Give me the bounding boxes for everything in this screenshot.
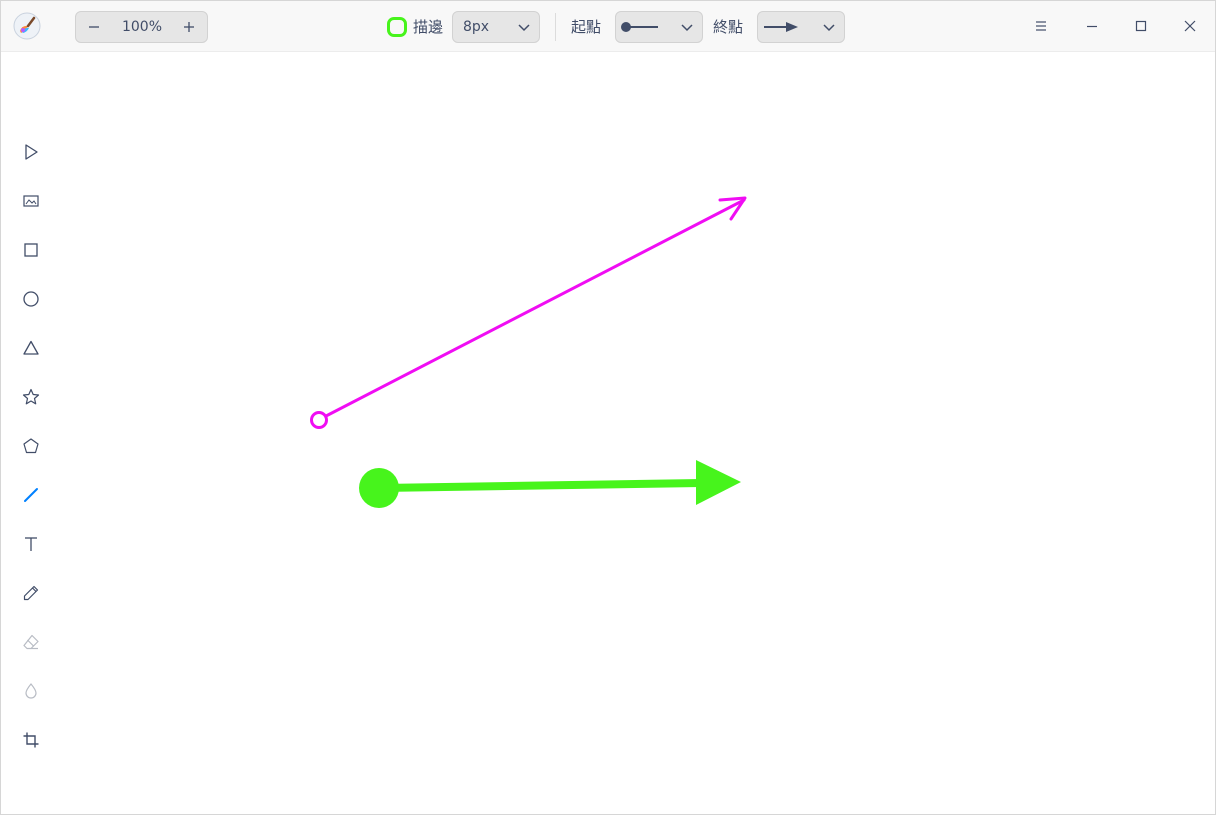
crop-icon xyxy=(23,732,39,748)
tool-blur[interactable] xyxy=(15,675,47,707)
stroke-width-select[interactable]: 8px xyxy=(452,11,540,43)
tool-rectangle[interactable] xyxy=(15,234,47,266)
titlebar: 100% 描邊 8px 起點 終點 xyxy=(1,1,1215,52)
zoom-in-button[interactable] xyxy=(171,12,207,42)
star-icon xyxy=(22,388,40,405)
tool-pencil[interactable] xyxy=(15,577,47,609)
drawing-canvas[interactable] xyxy=(1,52,1215,814)
tool-select[interactable] xyxy=(15,136,47,168)
start-point-label: 起點 xyxy=(571,18,602,36)
start-point-select[interactable] xyxy=(615,11,703,43)
text-icon xyxy=(25,537,37,551)
line-start-circle-icon xyxy=(621,22,658,32)
end-point-label: 終點 xyxy=(713,18,744,36)
tool-text[interactable] xyxy=(15,528,47,560)
triangle-icon xyxy=(23,340,39,355)
app-logo-icon xyxy=(13,12,41,40)
toolbar-separator xyxy=(555,13,556,41)
chevron-down-icon xyxy=(681,24,693,32)
minimize-icon xyxy=(1087,25,1097,28)
minus-icon xyxy=(89,26,99,28)
canvas-svg xyxy=(310,196,747,508)
tool-ellipse[interactable] xyxy=(15,283,47,315)
zoom-value[interactable]: 100% xyxy=(112,12,172,42)
stroke-width-value: 8px xyxy=(463,19,490,35)
line-icon xyxy=(24,488,38,502)
zoom-control: 100% xyxy=(75,11,208,43)
tool-star[interactable] xyxy=(15,381,47,413)
green-arrow-line[interactable] xyxy=(359,460,741,508)
tool-triangle[interactable] xyxy=(15,332,47,364)
draw-app-window: 100% 描邊 8px 起點 終點 xyxy=(0,0,1216,815)
maximize-icon xyxy=(1135,20,1147,32)
select-arrow-icon xyxy=(25,144,38,160)
line-end-arrow-icon xyxy=(764,22,798,32)
tool-image[interactable] xyxy=(15,185,47,217)
polygon-icon xyxy=(23,438,39,454)
close-icon xyxy=(1184,20,1196,32)
tool-sidebar xyxy=(1,52,61,812)
end-point-select[interactable] xyxy=(757,11,845,43)
tool-line[interactable] xyxy=(15,479,47,511)
main-menu-button[interactable] xyxy=(1025,10,1057,42)
menu-icon xyxy=(1036,21,1046,31)
chevron-down-icon xyxy=(823,24,835,32)
rectangle-icon xyxy=(24,243,38,257)
blur-drop-icon xyxy=(25,683,37,699)
tool-eraser[interactable] xyxy=(15,626,47,658)
maximize-button[interactable] xyxy=(1125,10,1157,42)
ellipse-icon xyxy=(23,291,39,307)
plus-icon xyxy=(184,22,194,32)
zoom-out-button[interactable] xyxy=(76,12,112,42)
minimize-button[interactable] xyxy=(1076,10,1108,42)
tool-crop[interactable] xyxy=(15,724,47,756)
image-icon xyxy=(23,195,39,207)
pencil-icon xyxy=(23,585,39,601)
chevron-down-icon xyxy=(518,24,530,32)
stroke-label: 描邊 xyxy=(413,18,444,36)
close-button[interactable] xyxy=(1174,10,1206,42)
magenta-arrow-line[interactable] xyxy=(310,196,747,429)
tool-polygon[interactable] xyxy=(15,430,47,462)
eraser-icon xyxy=(23,634,39,650)
stroke-color-button[interactable] xyxy=(387,17,407,37)
